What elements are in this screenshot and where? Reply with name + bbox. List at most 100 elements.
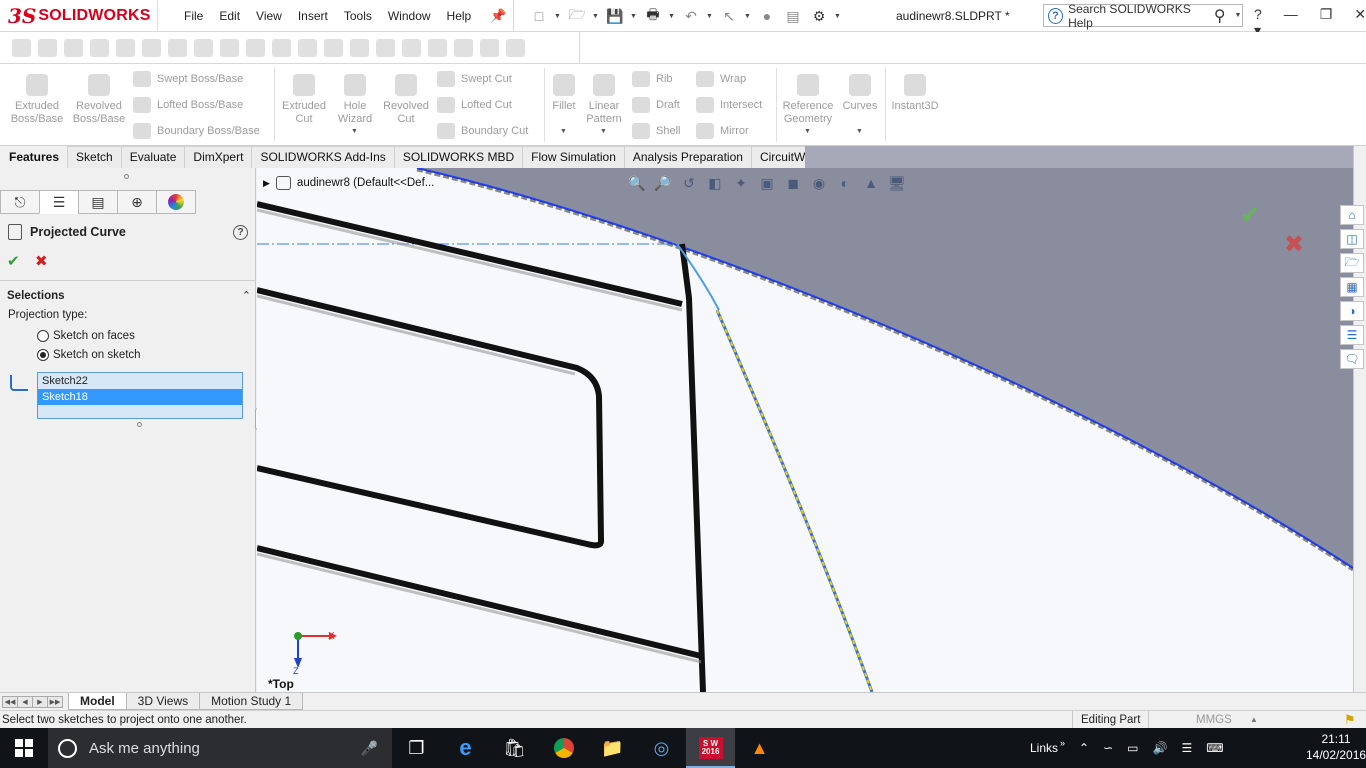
- hide-show-items-icon[interactable]: ◉: [809, 173, 829, 193]
- reference-geometry-tool-icon[interactable]: [480, 39, 499, 57]
- previous-view-icon[interactable]: ↺: [679, 173, 699, 193]
- edge-browser-icon[interactable]: e: [441, 728, 490, 768]
- swept-cut-button[interactable]: Swept Cut: [437, 71, 512, 87]
- search-icon[interactable]: ⚲: [1214, 6, 1226, 26]
- app-globe-icon[interactable]: ◎: [637, 728, 686, 768]
- graphics-area[interactable]: X Z ▶ audinewr8 (Default<<Def... 🔍 🔎 ↺ ◧…: [257, 168, 1353, 692]
- menu-tools[interactable]: Tools: [336, 9, 380, 23]
- options-gear-icon[interactable]: ⚙: [808, 6, 830, 26]
- design-library-icon[interactable]: ◫: [1340, 229, 1364, 249]
- search-dropdown-icon[interactable]: ▼: [1235, 12, 1242, 19]
- tab-flow-simulation[interactable]: Flow Simulation: [522, 146, 625, 168]
- vlc-icon[interactable]: ▲: [735, 728, 784, 768]
- store-icon[interactable]: 🛍: [490, 728, 539, 768]
- reference-geometry-button[interactable]: Reference Geometry: [780, 74, 836, 126]
- battery-icon[interactable]: ▭: [1127, 741, 1138, 755]
- shell-tool-icon[interactable]: [376, 39, 395, 57]
- first-tab-icon[interactable]: ◀◀: [2, 696, 18, 708]
- cut-sweep-tool-icon[interactable]: [272, 39, 291, 57]
- linear-pattern-button[interactable]: Linear Pattern: [584, 74, 624, 126]
- menu-file[interactable]: File: [176, 9, 211, 23]
- menu-help[interactable]: Help: [439, 9, 480, 23]
- help-search-box[interactable]: ? Search SOLIDWORKS Help ⚲ ▼: [1043, 2, 1243, 30]
- sketch-selection-list[interactable]: Sketch22 Sketch18: [37, 372, 243, 419]
- shell-button[interactable]: Shell: [632, 123, 680, 139]
- loft-tool-icon[interactable]: [90, 39, 109, 57]
- menu-window[interactable]: Window: [380, 9, 439, 23]
- rebuild-icon[interactable]: ●: [756, 6, 778, 26]
- feature-tree-flyout[interactable]: ▶ audinewr8 (Default<<Def...: [263, 176, 434, 190]
- cortana-search-box[interactable]: Ask me anything 🎤: [48, 728, 392, 768]
- panel-splitter-handle[interactable]: [124, 174, 129, 179]
- unit-system-dropdown-icon[interactable]: ▲: [1250, 715, 1258, 724]
- wrap-button[interactable]: Wrap: [696, 71, 746, 87]
- hole-wizard-dropdown-icon[interactable]: ▼: [351, 128, 358, 135]
- clock[interactable]: 21:11 14/02/2016: [1306, 731, 1366, 763]
- revolved-boss-button[interactable]: Revolved Boss/Base: [72, 74, 126, 126]
- tab-motion-study[interactable]: Motion Study 1: [199, 693, 304, 710]
- tab-sketch[interactable]: Sketch: [67, 146, 122, 168]
- boundary-boss-button[interactable]: Boundary Boss/Base: [133, 123, 260, 139]
- ok-check-icon[interactable]: ✔: [7, 252, 20, 270]
- hole-wizard-button[interactable]: Hole Wizard: [332, 74, 378, 126]
- file-properties-icon[interactable]: ▤: [782, 6, 804, 26]
- appearances-icon[interactable]: ◑: [1340, 301, 1364, 321]
- list-resize-handle[interactable]: [137, 422, 142, 427]
- home-icon[interactable]: ⌂: [1340, 205, 1364, 225]
- curves-tool-icon[interactable]: [506, 39, 525, 57]
- undo-dropdown-icon[interactable]: ▼: [706, 13, 714, 20]
- revolve-tool-icon[interactable]: [38, 39, 57, 57]
- draft-button[interactable]: Draft: [632, 97, 680, 113]
- confirmation-cancel-icon[interactable]: ✖: [1284, 230, 1304, 259]
- curves-dropdown-icon[interactable]: ▼: [856, 128, 863, 135]
- dome-tool-icon[interactable]: [194, 39, 213, 57]
- prev-tab-icon[interactable]: ◀: [17, 696, 33, 708]
- dimxpert-manager-tab-icon[interactable]: ⊕: [117, 190, 157, 214]
- radio-sketch-on-sketch[interactable]: Sketch on sketch: [37, 349, 141, 361]
- plane-tool-icon[interactable]: [168, 39, 187, 57]
- tab-mbd[interactable]: SOLIDWORKS MBD: [393, 146, 524, 168]
- cut-extrude-tool-icon[interactable]: [116, 39, 135, 57]
- print-icon[interactable]: 🖶: [642, 6, 664, 26]
- collapse-chevron-icon[interactable]: ⌃: [242, 289, 251, 302]
- extruded-cut-button[interactable]: Extruded Cut: [280, 74, 328, 126]
- open-folder-icon[interactable]: 🗁: [566, 6, 588, 26]
- keyboard-icon[interactable]: ⌨: [1206, 741, 1223, 755]
- tab-addins[interactable]: SOLIDWORKS Add-Ins: [251, 146, 395, 168]
- section-view-icon[interactable]: ◧: [705, 173, 725, 193]
- task-view-icon[interactable]: ❐: [392, 728, 441, 768]
- dynamic-annotation-icon[interactable]: ✦: [731, 173, 751, 193]
- pattern-dropdown-icon[interactable]: ▼: [600, 128, 607, 135]
- custom-properties-icon[interactable]: ☰: [1340, 325, 1364, 345]
- draft-tool-icon[interactable]: [350, 39, 369, 57]
- open-dropdown-icon[interactable]: ▼: [592, 13, 600, 20]
- sweep-tool-icon[interactable]: [64, 39, 83, 57]
- save-dropdown-icon[interactable]: ▼: [630, 13, 638, 20]
- options-dropdown-icon[interactable]: ▼: [834, 13, 842, 20]
- print-dropdown-icon[interactable]: ▼: [668, 13, 676, 20]
- new-dropdown-icon[interactable]: ▼: [554, 13, 562, 20]
- cut-loft-tool-icon[interactable]: [298, 39, 317, 57]
- microphone-icon[interactable]: 🎤: [361, 740, 378, 757]
- tab-dimxpert[interactable]: DimXpert: [184, 146, 253, 168]
- view-palette-icon[interactable]: ▦: [1340, 277, 1364, 297]
- menu-view[interactable]: View: [248, 9, 290, 23]
- display-manager-tab-icon[interactable]: [156, 190, 196, 214]
- unit-system[interactable]: MMGS: [1196, 714, 1232, 726]
- selections-group-header[interactable]: Selections ⌃: [7, 289, 251, 303]
- swept-boss-button[interactable]: Swept Boss/Base: [133, 71, 243, 87]
- pattern-tool-icon[interactable]: [454, 39, 473, 57]
- wifi-icon[interactable]: ∽: [1103, 741, 1113, 755]
- tab-model[interactable]: Model: [68, 693, 127, 710]
- menu-insert[interactable]: Insert: [290, 9, 336, 23]
- tag-icon[interactable]: ⚑: [1344, 712, 1356, 728]
- feature-manager-tab-icon[interactable]: ⎋: [0, 190, 40, 214]
- help-search-input[interactable]: Search SOLIDWORKS Help: [1068, 2, 1209, 30]
- thicken-tool-icon[interactable]: [246, 39, 265, 57]
- radio-sketch-indicator[interactable]: [37, 349, 49, 361]
- rib-tool-icon[interactable]: [324, 39, 343, 57]
- cancel-x-icon[interactable]: ✖: [35, 252, 48, 270]
- file-explorer-taskbar-icon[interactable]: 📁: [588, 728, 637, 768]
- mirror-tool-icon[interactable]: [428, 39, 447, 57]
- rib-button[interactable]: Rib: [632, 71, 673, 87]
